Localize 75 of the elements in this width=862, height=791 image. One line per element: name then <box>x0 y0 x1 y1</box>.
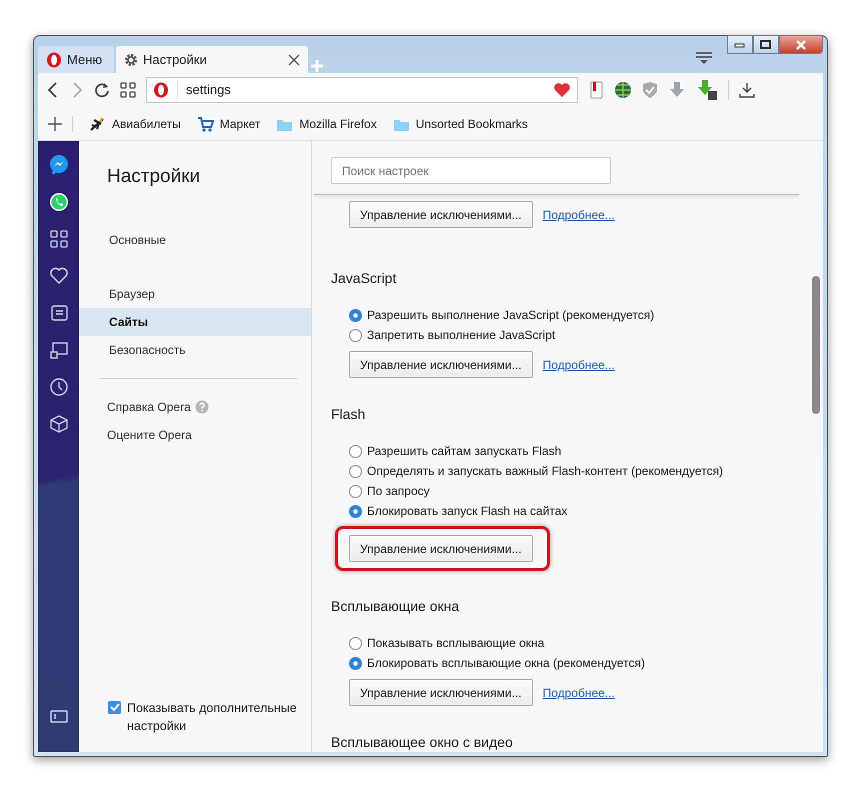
close-icon[interactable] <box>288 54 300 66</box>
more-link[interactable]: Подробнее... <box>542 206 615 224</box>
cart-icon <box>196 116 214 132</box>
nav-item[interactable]: Основные <box>79 226 311 254</box>
nav-item[interactable]: Сайты <box>79 308 311 336</box>
globe-icon[interactable] <box>614 81 632 99</box>
news-icon[interactable] <box>48 303 68 323</box>
clock-icon[interactable] <box>48 377 68 397</box>
search-field[interactable]: Поиск настроек <box>331 157 611 184</box>
opera-logo-icon <box>46 52 62 68</box>
nav-item[interactable]: Браузер <box>79 280 311 308</box>
section-title: Flash <box>331 405 366 424</box>
radio-button[interactable] <box>349 308 362 322</box>
exceptions-button[interactable]: Управление исключениями... <box>349 535 533 562</box>
add-icon[interactable] <box>48 116 62 130</box>
browser-tab[interactable]: Настройки <box>116 46 308 73</box>
exceptions-button[interactable]: Управление исключениями... <box>349 679 533 706</box>
radio-button[interactable] <box>349 504 362 518</box>
nav-item[interactable]: Безопасность <box>79 336 311 364</box>
heart-icon[interactable] <box>553 82 571 98</box>
address-field[interactable]: settings <box>146 77 578 103</box>
section-title: Всплывающее окно с видео <box>331 733 514 752</box>
help-icon <box>194 400 209 414</box>
opera-logo-icon <box>153 82 169 98</box>
download-arrow-icon[interactable] <box>696 79 718 101</box>
more-link[interactable]: Подробнее... <box>542 684 615 702</box>
reload-icon[interactable] <box>94 82 110 98</box>
scrollbar-thumb[interactable] <box>812 276 820 414</box>
whatsapp-icon[interactable] <box>48 192 68 212</box>
messenger-icon[interactable] <box>48 155 68 175</box>
bookmark-item[interactable]: Unsorted Bookmarks <box>392 114 528 132</box>
radio-label: Разрешить выполнение JavaScript (рекомендуется) <box>367 307 654 324</box>
exceptions-button[interactable]: Управление исключениями... <box>349 351 533 378</box>
radio-button[interactable] <box>349 484 362 498</box>
radio-label: Блокировать запуск Flash на сайтах <box>367 503 568 520</box>
download-icon[interactable] <box>739 82 755 98</box>
close-button[interactable] <box>779 35 823 54</box>
help-link[interactable]: Справка Opera <box>107 398 191 416</box>
radio-label: Запретить выполнение JavaScript <box>367 327 556 344</box>
grid-icon[interactable] <box>48 229 68 249</box>
minimize-icon <box>734 42 746 48</box>
page-title: Настройки <box>106 165 202 189</box>
plane-icon <box>89 116 106 132</box>
cube-icon[interactable] <box>48 414 68 434</box>
bookmark-item[interactable]: Авиабилеты <box>89 114 181 132</box>
minimize-button[interactable] <box>727 35 753 54</box>
radio-button[interactable] <box>349 656 362 670</box>
bookmark-icon[interactable] <box>588 81 604 99</box>
radio-button[interactable] <box>349 328 362 342</box>
gear-icon <box>124 52 138 66</box>
section-title: JavaScript <box>331 269 398 288</box>
radio-label: Определять и запускать важный Flash-контент (рекомендуется) <box>367 463 724 480</box>
radio-label: По запросу <box>367 483 430 500</box>
help-link[interactable]: Оцените Opera <box>107 426 192 444</box>
radio-label: Блокировать всплывающие окна (рекомендуется) <box>367 655 645 672</box>
maximize-icon <box>760 40 772 50</box>
checkbox[interactable] <box>108 700 121 714</box>
radio-label: Показывать всплывающие окна <box>367 635 544 652</box>
radio-label: Разрешить сайтам запускать Flash <box>367 443 562 460</box>
menu-button[interactable]: Меню <box>38 46 114 73</box>
grid-icon[interactable] <box>120 82 136 98</box>
radio-button[interactable] <box>349 464 362 478</box>
more-link[interactable]: Подробнее... <box>542 356 615 374</box>
exceptions-button[interactable]: Управление исключениями... <box>349 201 533 228</box>
radio-button[interactable] <box>349 444 362 458</box>
bookmark-item[interactable]: Mozilla Firefox <box>276 114 377 132</box>
monitor-icon[interactable] <box>48 340 68 360</box>
maximize-button[interactable] <box>753 35 779 54</box>
bookmark-item[interactable]: Маркет <box>196 114 260 132</box>
section-title: Всплывающие окна <box>331 597 460 616</box>
checkbox-label: Показывать дополнительные настройки <box>127 700 298 736</box>
easy-setup-icon[interactable] <box>695 51 713 65</box>
radio-button[interactable] <box>349 636 362 650</box>
close-icon <box>795 40 807 50</box>
heart-icon[interactable] <box>48 266 68 286</box>
